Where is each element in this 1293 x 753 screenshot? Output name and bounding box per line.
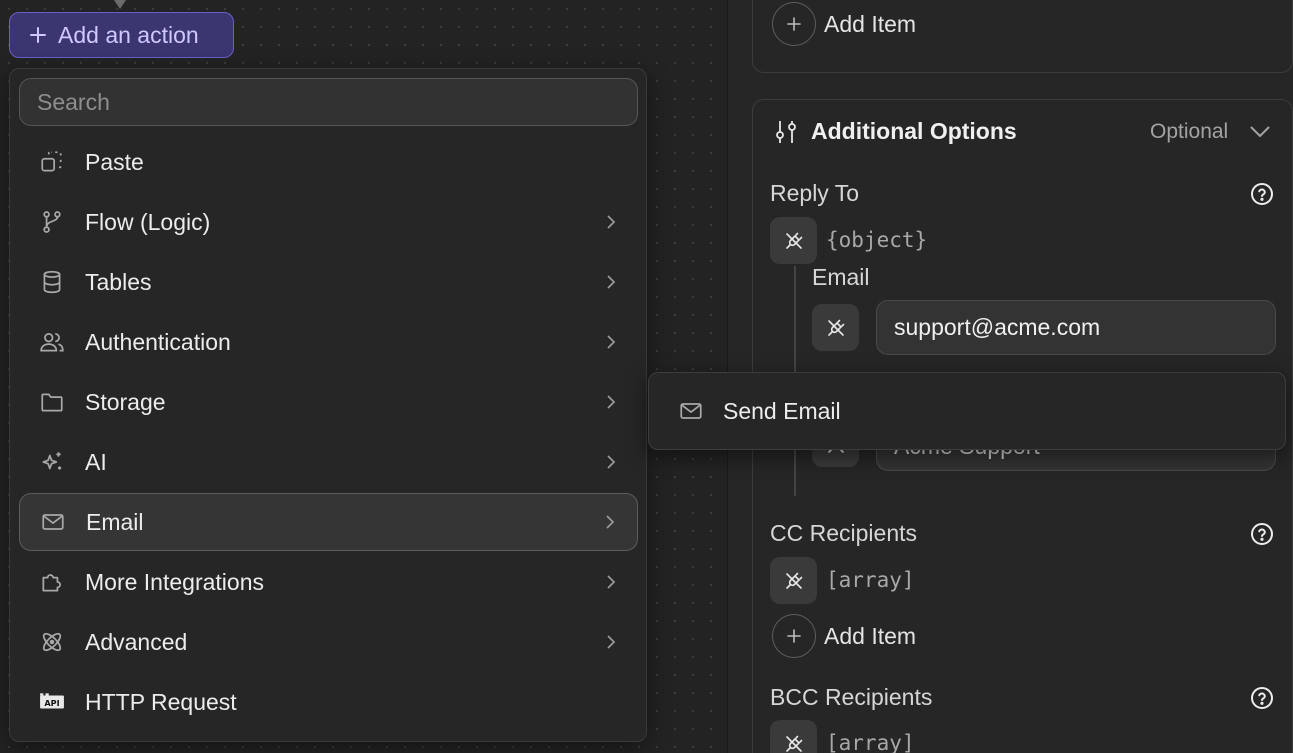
optional-badge: Optional — [1150, 120, 1229, 143]
git-branch-icon — [39, 209, 65, 235]
search-input[interactable] — [19, 78, 638, 126]
database-icon — [39, 269, 65, 295]
menu-item-label: Advanced — [85, 628, 188, 655]
mail-icon — [680, 403, 702, 419]
connect-variable-button[interactable] — [770, 557, 817, 604]
add-item-button[interactable]: Add Item — [772, 614, 916, 658]
type-hint-object: {object} — [826, 228, 928, 252]
plug-icon — [785, 232, 802, 249]
menu-item-label: Email — [86, 508, 144, 535]
email-label: Email — [812, 264, 870, 290]
menu-item-paste[interactable]: Paste — [19, 133, 638, 191]
menu-item-label: Authentication — [85, 328, 231, 355]
chevron-right-icon — [607, 455, 616, 469]
puzzle-icon — [39, 569, 65, 595]
connect-variable-button[interactable] — [770, 217, 817, 264]
menu-item-advanced[interactable]: Advanced — [19, 613, 638, 671]
email-value: support@acme.com — [894, 314, 1101, 340]
sparkles-icon — [39, 449, 65, 475]
paste-icon — [39, 149, 65, 175]
chevron-right-icon — [607, 335, 616, 349]
menu-item-http-request[interactable]: API HTTP Request — [19, 673, 638, 731]
email-submenu: Send Email — [648, 372, 1286, 450]
plug-icon — [785, 572, 802, 589]
menu-item-label: More Integrations — [85, 568, 264, 595]
api-icon: API — [39, 689, 65, 715]
connect-variable-button[interactable] — [770, 720, 817, 753]
menu-item-authentication[interactable]: Authentication — [19, 313, 638, 371]
email-field[interactable]: support@acme.com — [876, 300, 1276, 355]
menu-item-more-integrations[interactable]: More Integrations — [19, 553, 638, 611]
menu-item-flow-logic[interactable]: Flow (Logic) — [19, 193, 638, 251]
action-menu: Paste Flow (Logic) Tables Authentication… — [9, 68, 647, 742]
plug-icon — [827, 319, 844, 336]
menu-item-tables[interactable]: Tables — [19, 253, 638, 311]
add-action-label: Add an action — [58, 21, 199, 48]
help-icon[interactable] — [1250, 522, 1274, 546]
menu-item-label: Tables — [85, 268, 152, 295]
plus-circle-icon — [772, 2, 816, 46]
chevron-right-icon — [606, 515, 615, 529]
sliders-icon — [776, 121, 796, 143]
connector-arrow — [114, 0, 126, 9]
menu-item-label: Storage — [85, 388, 166, 415]
plus-circle-icon — [772, 614, 816, 658]
bcc-recipients-label: BCC Recipients — [770, 684, 933, 710]
connect-variable-button[interactable] — [812, 304, 859, 351]
chevron-right-icon — [607, 635, 616, 649]
type-hint-array: [array] — [826, 568, 915, 592]
add-item-button[interactable]: Add Item — [772, 2, 916, 46]
menu-item-email[interactable]: Email — [19, 493, 638, 551]
add-action-button[interactable]: Add an action — [9, 12, 234, 58]
chevron-right-icon — [607, 275, 616, 289]
svg-text:API: API — [44, 698, 59, 708]
add-item-label: Add Item — [824, 622, 917, 649]
additional-options-title: Additional Options — [811, 118, 1017, 144]
menu-item-send-email[interactable]: Send Email — [658, 382, 1277, 440]
mail-icon — [40, 509, 66, 535]
menu-item-storage[interactable]: Storage — [19, 373, 638, 431]
type-hint-array: [array] — [826, 731, 915, 753]
chevron-right-icon — [607, 215, 616, 229]
help-icon[interactable] — [1250, 182, 1274, 206]
chevron-right-icon — [607, 395, 616, 409]
submenu-item-label: Send Email — [723, 397, 841, 424]
plus-icon — [30, 27, 46, 43]
cc-recipients-label: CC Recipients — [770, 520, 917, 546]
chevron-right-icon — [607, 575, 616, 589]
folder-icon — [39, 389, 65, 415]
menu-item-label: AI — [85, 448, 107, 475]
menu-item-label: HTTP Request — [85, 688, 237, 715]
atom-icon — [39, 629, 65, 655]
menu-item-label: Paste — [85, 148, 144, 175]
add-item-label: Add Item — [824, 10, 917, 37]
plug-icon — [785, 735, 802, 752]
menu-item-ai[interactable]: AI — [19, 433, 638, 491]
reply-to-label: Reply To — [770, 180, 860, 206]
chevron-down-icon[interactable] — [1248, 124, 1272, 140]
menu-item-label: Flow (Logic) — [85, 208, 211, 235]
help-icon[interactable] — [1250, 686, 1274, 710]
users-icon — [39, 329, 65, 355]
